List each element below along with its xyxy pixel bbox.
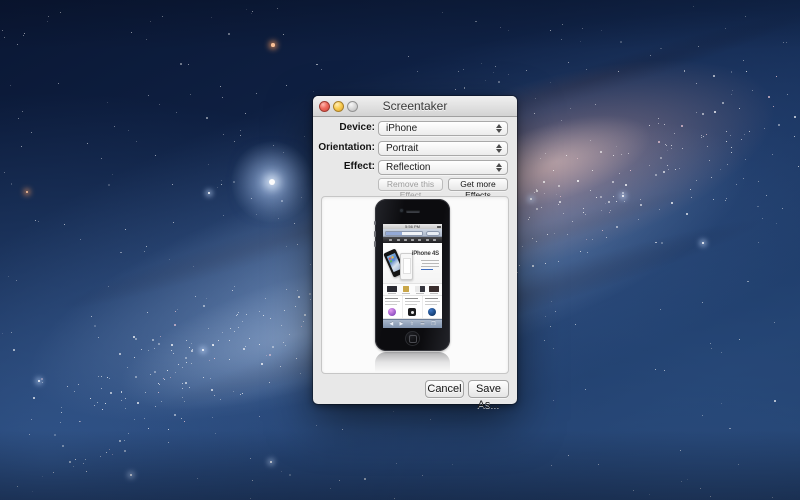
back-icon: ◀ xyxy=(389,320,394,327)
home-button xyxy=(405,331,420,346)
device-value: iPhone xyxy=(386,123,418,134)
hero-text-line xyxy=(422,263,439,264)
pages-icon: ❐ xyxy=(431,320,436,327)
itunes-icon xyxy=(388,308,396,316)
hero-link-line xyxy=(421,269,433,270)
preview-area: 5:56 PM iPhone 4S ◀ ▶ ⇧ ☰ ❐ xyxy=(321,196,509,374)
device-label: Device: xyxy=(339,122,375,133)
popup-arrows-icon xyxy=(496,124,503,133)
phone-reflection xyxy=(375,352,450,373)
window-titlebar[interactable]: Screentaker xyxy=(313,96,517,117)
orientation-value: Portrait xyxy=(386,143,419,154)
mute-switch xyxy=(374,221,376,225)
orientation-dropdown[interactable]: Portrait xyxy=(378,141,508,156)
hero-text-line xyxy=(421,266,439,267)
remove-effect-button[interactable]: Remove this Effect xyxy=(378,178,443,200)
device-dropdown[interactable]: iPhone xyxy=(378,121,508,136)
cancel-button[interactable]: Cancel xyxy=(425,380,464,398)
effect-value: Reflection xyxy=(386,162,431,173)
get-more-effects-button[interactable]: Get more Effects xyxy=(448,178,508,200)
app-store-icon xyxy=(408,308,416,316)
forward-icon: ▶ xyxy=(399,320,404,327)
orientation-label: Orientation: xyxy=(318,142,375,153)
save-as-button[interactable]: Save As... xyxy=(468,380,509,411)
white-iphone-image xyxy=(400,253,413,280)
product-row xyxy=(383,284,442,296)
support-icon xyxy=(428,308,436,316)
effect-dropdown[interactable]: Reflection xyxy=(378,160,508,175)
hero-text-line xyxy=(421,260,439,261)
iphone-preview: 5:56 PM iPhone 4S ◀ ▶ ⇧ ☰ ❐ xyxy=(374,199,450,351)
bookmarks-icon: ☰ xyxy=(420,320,425,327)
promo-columns xyxy=(383,296,442,319)
search-field xyxy=(426,230,440,236)
screentaker-window: Screentaker Device: iPhone Orientation: … xyxy=(313,96,517,411)
volume-down-button xyxy=(374,241,376,247)
volume-up-button xyxy=(374,231,376,237)
front-camera xyxy=(400,209,403,212)
address-field xyxy=(385,230,423,236)
battery-icon xyxy=(436,225,441,228)
earpiece-speaker xyxy=(406,210,420,213)
share-icon: ⇧ xyxy=(409,320,414,327)
effect-label: Effect: xyxy=(343,161,375,172)
popup-arrows-icon xyxy=(496,163,503,172)
iphone-screen: 5:56 PM iPhone 4S ◀ ▶ ⇧ ☰ ❐ xyxy=(383,224,442,328)
safari-url-bar xyxy=(383,229,442,237)
window-title: Screentaker xyxy=(382,99,448,113)
page-heading: iPhone 4S xyxy=(411,251,439,257)
hero-section: iPhone 4S xyxy=(383,243,442,284)
desktop: Screentaker Device: iPhone Orientation: … xyxy=(0,0,800,500)
safari-toolbar: ◀ ▶ ⇧ ☰ ❐ xyxy=(383,319,442,328)
popup-arrows-icon xyxy=(496,144,503,153)
